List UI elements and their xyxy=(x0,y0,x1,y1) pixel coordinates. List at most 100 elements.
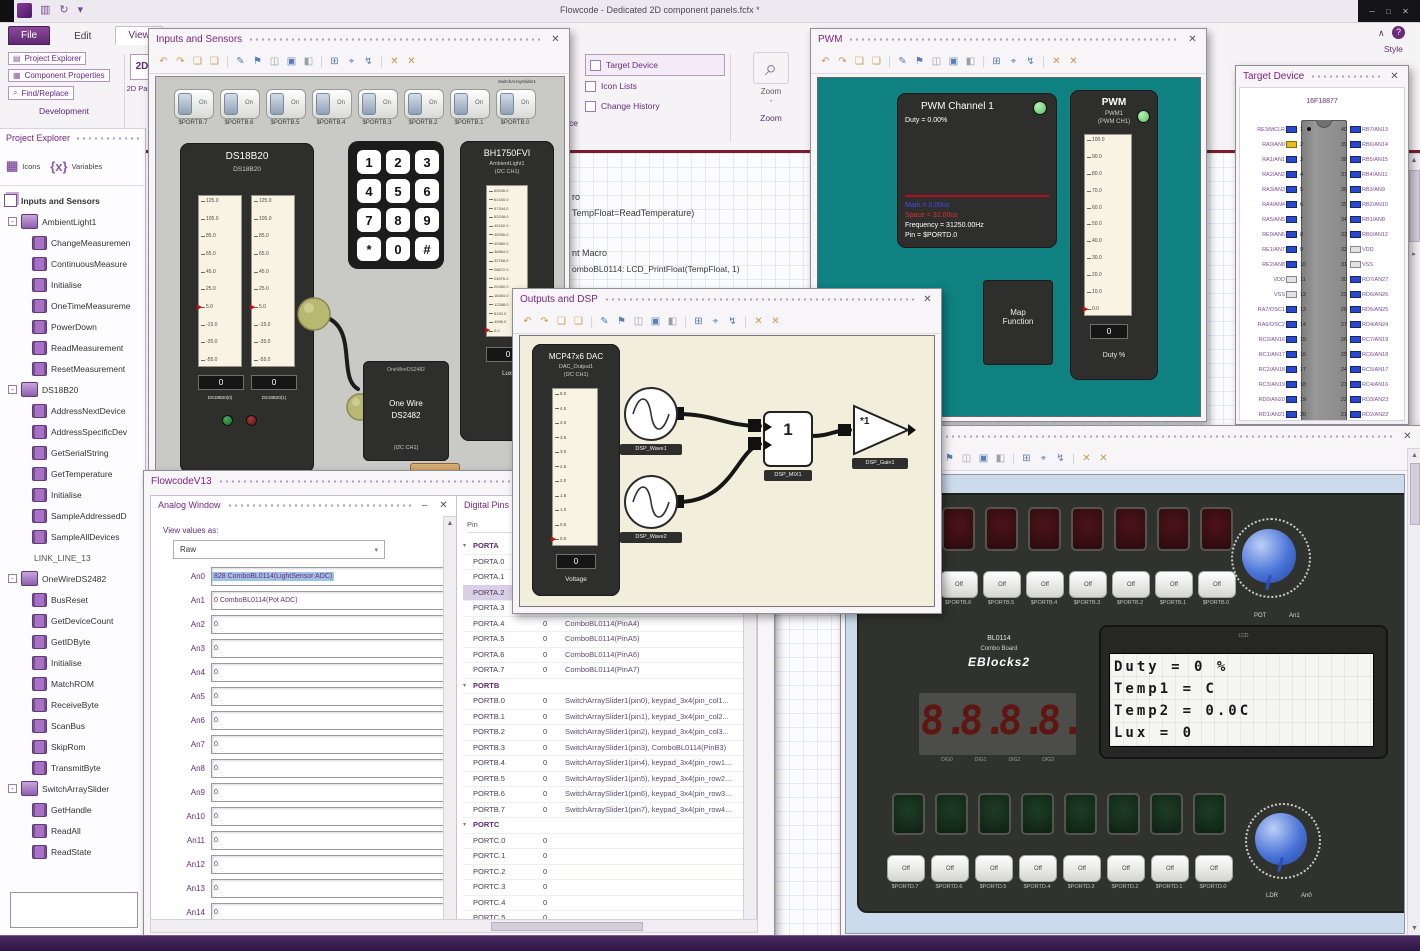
toolbar-icon[interactable]: ❏ xyxy=(573,316,584,327)
tree-item[interactable]: - DS18B20 xyxy=(0,379,145,400)
tree-item[interactable]: - LINK_LINE_13 xyxy=(0,547,145,568)
port-switch-button[interactable]: Off xyxy=(1151,855,1189,882)
toolbar-icon[interactable]: ✎ xyxy=(235,56,246,67)
maximize-icon[interactable]: □ xyxy=(1386,7,1391,16)
scroll-up-icon[interactable]: ▲ xyxy=(444,520,456,527)
chip-pin[interactable]: 32 VDD xyxy=(1332,242,1404,257)
port-switch-button[interactable]: Off xyxy=(1112,571,1150,598)
toolbar-icon[interactable]: ◧ xyxy=(667,316,678,327)
analog-value-box[interactable]: 0 xyxy=(211,758,447,778)
dsp-gain-label[interactable]: DSP_Gain1 xyxy=(852,458,908,469)
switch-lever[interactable] xyxy=(500,93,514,115)
toolbar-icon[interactable]: ❏ xyxy=(192,56,203,67)
close-icon[interactable]: ✕ xyxy=(1401,430,1414,443)
inputs-window-titlebar[interactable]: Inputs and Sensors ✕ xyxy=(149,29,569,49)
keypad-key[interactable]: # xyxy=(415,237,439,261)
analog-value-box[interactable]: 0 xyxy=(211,614,447,634)
chip-pin[interactable]: 30 RD7/AN27 xyxy=(1332,272,1404,287)
chip-pin[interactable]: 34 RB1/AN8 xyxy=(1332,212,1404,227)
chip-pin[interactable]: 24 RC5/AN17 xyxy=(1332,362,1404,377)
analog-channel-row[interactable]: An9 0 xyxy=(159,782,447,802)
chip-pin[interactable]: VDD 11 xyxy=(1240,272,1315,287)
toolbar-icon[interactable]: ✕ xyxy=(389,56,400,67)
chip-pin[interactable]: 22 RD3/AN23 xyxy=(1332,392,1404,407)
dsp-mix-label[interactable]: DSP_MIX1 xyxy=(764,470,812,481)
analog-channel-row[interactable]: An7 0 xyxy=(159,734,447,754)
voltage-gauge[interactable]: 5.0 4.5 4.0 3.5 3.0 2.5 2.0 1.5 1.0 0.5 0.0 xyxy=(552,388,598,546)
toolbar-icon[interactable]: ▣ xyxy=(286,56,297,67)
close-icon[interactable]: ✕ xyxy=(921,293,934,306)
toolbar-icon[interactable]: ⚑ xyxy=(944,453,955,464)
chip-pin[interactable]: 36 RB3/AN9 xyxy=(1332,182,1404,197)
keypad-key[interactable]: 1 xyxy=(357,150,381,174)
digital-pin-row[interactable]: ▾ PORTC.1 0 xyxy=(463,848,743,865)
zoom-dash[interactable]: - xyxy=(736,96,806,105)
tree-item[interactable]: - AddressSpecificDev xyxy=(0,421,145,442)
expander-icon[interactable]: - xyxy=(8,574,17,583)
chip-pin[interactable]: 39 RB6/AN14 xyxy=(1332,137,1404,152)
switch-lever[interactable] xyxy=(408,93,422,115)
view-checkbox-item[interactable]: Icon Lists xyxy=(585,76,725,96)
toolbar-icon[interactable]: | xyxy=(1042,54,1045,68)
zoom-icon[interactable]: ⌕ xyxy=(753,52,789,84)
analog-channel-row[interactable]: An10 0 xyxy=(159,806,447,826)
slider-switch[interactable]: On xyxy=(358,89,398,119)
analog-vscrollbar[interactable]: ▲ xyxy=(443,516,457,931)
chip-pin[interactable]: RA0/AN0 2 xyxy=(1240,137,1315,152)
digital-pin-row[interactable]: ▾ PORTC.3 0 xyxy=(463,879,743,896)
analog-value-box[interactable]: 0 xyxy=(211,638,447,658)
tree-item[interactable]: - MatchROM xyxy=(0,673,145,694)
chip-pin[interactable]: RA3/AN3 5 xyxy=(1240,182,1315,197)
toolbar-icon[interactable]: ⊞ xyxy=(693,316,704,327)
scroll-down-icon[interactable]: ▼ xyxy=(1408,925,1420,932)
tree-item[interactable]: - SkipRom xyxy=(0,736,145,757)
toolbar-icon[interactable]: ✎ xyxy=(599,316,610,327)
row-expander-icon[interactable]: ▾ xyxy=(463,542,473,549)
view-values-dropdown[interactable]: Raw ▾ xyxy=(173,540,385,559)
chip-pin[interactable]: RA5/AN5 7 xyxy=(1240,212,1315,227)
analog-value-box[interactable]: 0 xyxy=(211,782,447,802)
toolbar-icon[interactable]: ↯ xyxy=(1055,453,1066,464)
analog-value-box[interactable]: 0 xyxy=(211,734,447,754)
chip-pin[interactable]: RA4/AN4 6 xyxy=(1240,197,1315,212)
keypad-key[interactable]: 6 xyxy=(415,179,439,203)
chip-pin[interactable]: 28 RD5/AN25 xyxy=(1332,302,1404,317)
chip-pin[interactable]: RC0/AN16 15 xyxy=(1240,332,1315,347)
toolbar-icon[interactable]: ▣ xyxy=(978,453,989,464)
analog-channel-row[interactable]: An0 828 ComboBL0114(LightSensor ADC) xyxy=(159,566,447,586)
board-vscrollbar[interactable]: ▲ ▼ xyxy=(1407,448,1420,936)
chip-pin[interactable]: RE1/AN7 9 xyxy=(1240,242,1315,257)
toolbar-icon[interactable]: | xyxy=(320,54,323,68)
close-icon[interactable]: ✕ xyxy=(549,33,562,46)
app-logo-icon[interactable] xyxy=(17,3,32,18)
view-checkbox-item[interactable]: Target Device xyxy=(585,54,725,76)
temperature-gauge-1[interactable]: 125.0 105.0 85.0 65.0 45.0 25.0 5.0 -15.0 -35.0-… xyxy=(198,195,242,367)
dev-button[interactable]: ⌕ Find/Replace xyxy=(8,86,74,100)
chip-pin[interactable]: RC1/AN17 16 xyxy=(1240,347,1315,362)
tree-item[interactable]: - SampleAddressedD xyxy=(0,505,145,526)
chip-pin[interactable]: RA7/OSC1 13 xyxy=(1240,302,1315,317)
tree-item[interactable]: - Initialise xyxy=(0,484,145,505)
toolbar-icon[interactable]: | xyxy=(590,314,593,328)
row-expander-icon[interactable]: ▾ xyxy=(463,682,473,689)
tree-item[interactable]: - TransmitByte xyxy=(0,757,145,778)
toolbar-icon[interactable]: ✕ xyxy=(753,316,764,327)
outputs-window-titlebar[interactable]: Outputs and DSP ✕ xyxy=(513,289,941,309)
tree-item[interactable]: - ReadAll xyxy=(0,820,145,841)
quick-icon[interactable]: ▾ xyxy=(78,3,84,16)
analog-channel-row[interactable]: An13 0 xyxy=(159,878,447,898)
analog-channel-row[interactable]: An2 0 xyxy=(159,614,447,634)
quick-icon[interactable]: ↻ xyxy=(59,3,68,16)
tree-item[interactable]: - GetIDByte xyxy=(0,631,145,652)
digital-pin-row[interactable]: ▾ PORTC.2 0 xyxy=(463,864,743,880)
keypad-key[interactable]: 0 xyxy=(386,237,410,261)
toolbar-icon[interactable]: ◧ xyxy=(995,453,1006,464)
slider-switch[interactable]: On xyxy=(220,89,260,119)
dev-button[interactable]: ▤ Project Explorer xyxy=(8,52,87,65)
digital-pin-row[interactable]: ▾ PORTB xyxy=(463,678,743,694)
toolbar-icon[interactable]: ✕ xyxy=(770,316,781,327)
chip-pin[interactable]: RE3/MCLR 1 xyxy=(1240,122,1315,137)
tree-item[interactable]: - AddressNextDevice xyxy=(0,400,145,421)
toolbar-icon[interactable]: ✕ xyxy=(406,56,417,67)
analog-channel-row[interactable]: An11 0 xyxy=(159,830,447,850)
